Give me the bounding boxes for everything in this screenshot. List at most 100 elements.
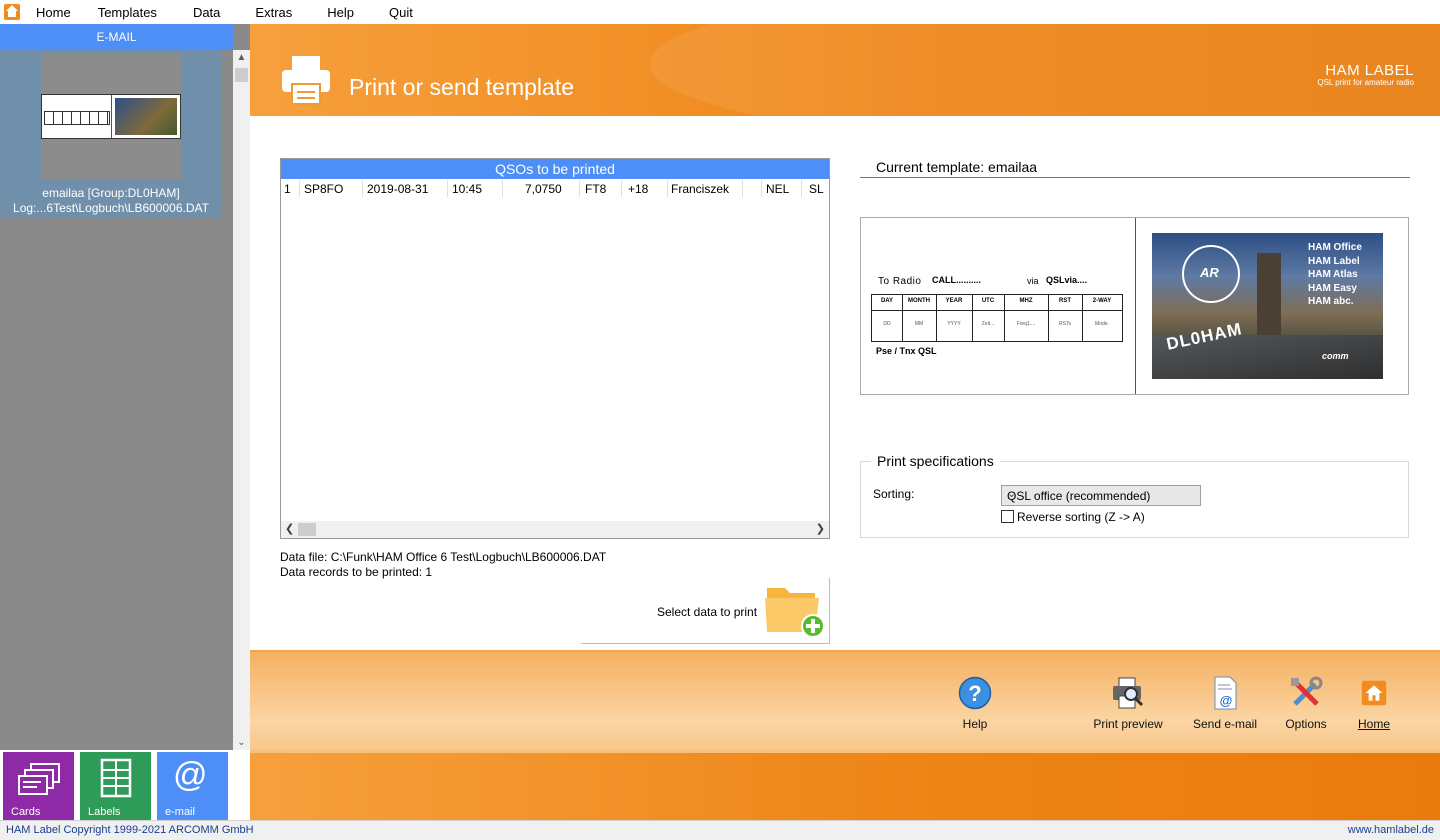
sorting-select[interactable]: QSL office (recommended) ⌄: [1001, 485, 1201, 506]
action-toolbar: ? Help Print preview @ Send e-mail Optio…: [250, 650, 1440, 750]
card-via: via: [1027, 276, 1039, 286]
menu-bar: Home Templates Data Extras Help Quit: [0, 0, 1440, 24]
card-col-year: YEAR: [945, 298, 963, 304]
card-photo-products: HAM Office HAM Label HAM Atlas HAM Easy …: [1308, 241, 1362, 309]
tile-email-label: e-mail: [165, 806, 195, 818]
tile-labels[interactable]: Labels: [80, 752, 151, 820]
card-val-utc: Zeit...: [981, 321, 995, 327]
copyright-text: HAM Label Copyright 1999-2021 ARCOMM Gmb…: [6, 824, 254, 836]
home-button[interactable]: Home: [1354, 676, 1394, 731]
photo-name: HAM Label: [1308, 255, 1360, 267]
menu-help[interactable]: Help: [327, 5, 354, 20]
website-link[interactable]: www.hamlabel.de: [1348, 824, 1434, 836]
labels-icon: [100, 758, 132, 798]
scroll-up-icon[interactable]: ▲: [233, 52, 250, 63]
menu-home[interactable]: Home: [36, 5, 71, 20]
print-specifications: Print specifications Sorting: QSL office…: [860, 453, 1409, 538]
cell-name: Franciszek: [671, 182, 730, 196]
template-thumbnail: [41, 54, 181, 179]
sidebar-header: E-MAIL: [0, 24, 233, 50]
home-icon: [1361, 680, 1387, 706]
template-card-preview: [41, 94, 181, 139]
cell-freq: 7,0750: [525, 182, 562, 196]
table-row[interactable]: 1 SP8FO 2019-08-31 10:45 7,0750 FT8 +18 …: [281, 179, 829, 199]
template-preview: To Radio CALL.......... via QSLvia.... D…: [860, 217, 1409, 395]
card-val-2way: Mode.: [1095, 321, 1109, 327]
scroll-thumb[interactable]: [298, 523, 316, 536]
template-list-item[interactable]: emailaa [Group:DL0HAM] Log:...6Test\Logb…: [0, 50, 222, 218]
app-home-icon[interactable]: [4, 4, 20, 20]
data-file-path: Data file: C:\Funk\HAM Office 6 Test\Log…: [280, 550, 607, 564]
qso-list-title: QSOs to be printed: [281, 159, 829, 179]
footer-band: [250, 750, 1440, 820]
scroll-thumb[interactable]: [235, 68, 248, 82]
photo-name: HAM Easy: [1308, 282, 1357, 294]
status-bar: HAM Label Copyright 1999-2021 ARCOMM Gmb…: [0, 820, 1440, 840]
qso-list[interactable]: QSOs to be printed 1 SP8FO 2019-08-31 10…: [280, 158, 830, 539]
scroll-left-icon[interactable]: ❮: [285, 522, 294, 535]
help-icon: ?: [958, 676, 992, 710]
menu-quit[interactable]: Quit: [389, 5, 413, 20]
select-data-button[interactable]: Select data to print: [581, 578, 830, 644]
help-label: Help: [962, 717, 988, 731]
options-button[interactable]: Options: [1284, 676, 1328, 731]
card-address-side: To Radio CALL.......... via QSLvia.... D…: [861, 218, 1135, 394]
card-col-2way: 2-WAY: [1092, 298, 1112, 304]
card-val-rst: RSTs: [1059, 321, 1071, 327]
sidebar-scrollbar[interactable]: ▲ ⌄: [233, 50, 250, 750]
cell-date: 2019-08-31: [367, 182, 429, 196]
tile-labels-label: Labels: [88, 806, 121, 818]
tools-icon: [1291, 676, 1323, 706]
card-val-year: YYYY: [947, 321, 961, 327]
template-log: Log:...6Test\Logbuch\LB600006.DAT: [13, 201, 209, 215]
tile-cards[interactable]: Cards: [3, 752, 74, 820]
cell-mode: FT8: [585, 182, 607, 196]
main-content: QSOs to be printed 1 SP8FO 2019-08-31 10…: [250, 116, 1440, 650]
card-col-utc: UTC: [981, 298, 995, 304]
menu-extras[interactable]: Extras: [255, 5, 292, 20]
card-photo-logo-text: comm: [1322, 351, 1349, 361]
cell-extra2: SL: [809, 182, 824, 196]
cell-nr: 1: [284, 182, 291, 196]
send-email-button[interactable]: @ Send e-mail: [1190, 676, 1260, 731]
sorting-label: Sorting:: [873, 487, 915, 501]
scroll-down-icon[interactable]: ⌄: [233, 737, 250, 748]
card-photo: HAM Office HAM Label HAM Atlas HAM Easy …: [1152, 233, 1383, 379]
tile-email[interactable]: @ e-mail: [157, 752, 228, 820]
current-template-label: Current template: emailaa: [876, 159, 1038, 175]
printer-icon: [282, 56, 330, 105]
email-document-icon: @: [1214, 676, 1237, 710]
print-preview-icon: [1113, 677, 1144, 709]
reverse-sorting-checkbox[interactable]: [1001, 510, 1014, 523]
page-header: Print or send template HAM LABEL QSL pri…: [250, 24, 1440, 116]
cell-extra1: NEL: [766, 182, 790, 196]
tile-cards-label: Cards: [11, 806, 41, 818]
card-val-day: DD: [883, 321, 891, 327]
menu-templates[interactable]: Templates: [98, 5, 157, 20]
template-caption: emailaa [Group:DL0HAM] Log:...6Test\Logb…: [0, 186, 222, 216]
card-col-mhz: MHZ: [1019, 298, 1033, 304]
scroll-right-icon[interactable]: ❯: [816, 522, 825, 535]
card-val-mhz: Freq1....: [1016, 321, 1036, 327]
svg-text:?: ?: [968, 681, 981, 706]
photo-name: HAM Office: [1308, 242, 1362, 253]
template-name: emailaa [Group:DL0HAM]: [42, 186, 180, 200]
cell-call: SP8FO: [304, 182, 344, 196]
print-preview-label: Print preview: [1093, 717, 1163, 731]
photo-name: HAM abc.: [1308, 296, 1354, 307]
print-preview-button[interactable]: Print preview: [1090, 676, 1166, 731]
help-button[interactable]: ? Help: [954, 676, 996, 731]
card-qso-table: DAY MONTH YEAR UTC MHZ RST 2-WAY DD MM Y…: [871, 294, 1123, 342]
folder-add-icon: [765, 588, 825, 638]
menu-data[interactable]: Data: [193, 5, 220, 20]
cards-icon: [18, 763, 60, 795]
reverse-sorting-label[interactable]: Reverse sorting (Z -> A): [1017, 510, 1145, 524]
brand-logo: HAM LABEL QSL print for amateur radio: [1317, 62, 1414, 87]
arcomm-logo-icon: [1182, 245, 1240, 303]
qso-horizontal-scrollbar[interactable]: ❮ ❯: [281, 521, 829, 538]
at-sign-icon: @: [173, 756, 208, 794]
card-call: CALL..........: [932, 275, 981, 285]
select-data-label: Select data to print: [657, 605, 758, 619]
card-val-month: MM: [914, 321, 924, 327]
brand-tagline: QSL print for amateur radio: [1317, 78, 1414, 87]
